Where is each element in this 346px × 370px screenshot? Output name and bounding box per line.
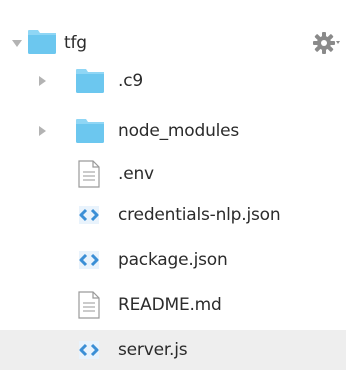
tree-root-label: tfg	[64, 33, 87, 53]
text-file-icon	[78, 291, 100, 324]
folder-icon	[27, 29, 57, 60]
gear-icon[interactable]	[312, 30, 340, 61]
text-file-icon	[78, 160, 100, 193]
code-file-icon	[76, 339, 102, 366]
tree-item-credentials-nlp-json[interactable]: credentials-nlp.json	[0, 196, 346, 234]
tree-item-package-json[interactable]: package.json	[0, 241, 346, 279]
tree-item-label: .env	[118, 164, 154, 184]
tree-item-env[interactable]: .env	[0, 155, 346, 193]
collapse-arrow-icon[interactable]	[12, 40, 22, 47]
tree-item-label: README.md	[118, 295, 222, 315]
file-tree: tfg .c9 node_modules .env credentials-nl…	[0, 0, 346, 370]
expand-arrow-icon[interactable]	[39, 76, 46, 86]
tree-item-label: package.json	[118, 250, 228, 270]
tree-item-label: .c9	[118, 71, 143, 91]
tree-item-server-js[interactable]: server.js	[0, 330, 346, 370]
tree-item-c9[interactable]: .c9	[0, 62, 346, 100]
tree-item-label: node_modules	[118, 121, 240, 141]
code-file-icon	[76, 204, 102, 231]
tree-item-label: server.js	[118, 340, 188, 360]
folder-icon	[75, 118, 105, 149]
tree-item-label: credentials-nlp.json	[118, 205, 281, 225]
code-file-icon	[76, 249, 102, 276]
tree-item-node-modules[interactable]: node_modules	[0, 112, 346, 150]
expand-arrow-icon[interactable]	[39, 126, 46, 136]
tree-item-readme-md[interactable]: README.md	[0, 286, 346, 324]
tree-root-tfg[interactable]: tfg	[0, 24, 346, 62]
folder-icon	[75, 68, 105, 99]
